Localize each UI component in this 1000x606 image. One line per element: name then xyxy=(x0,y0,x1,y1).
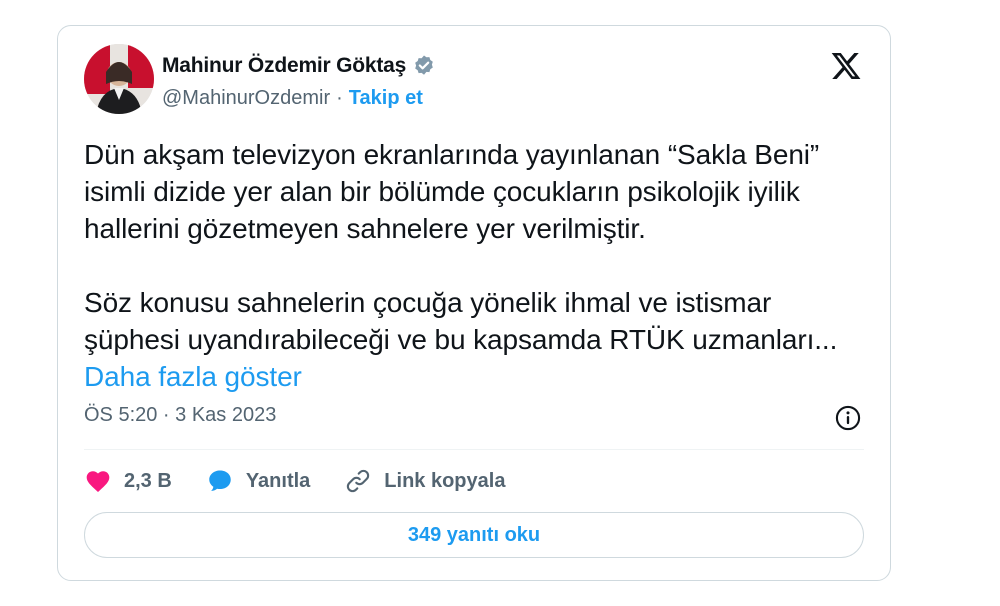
author-handle[interactable]: @MahinurOzdemir xyxy=(162,87,330,110)
reply-button[interactable]: Yanıtla xyxy=(206,467,310,495)
like-button[interactable]: 2,3 B xyxy=(84,467,172,495)
show-more-link[interactable]: Daha fazla göster xyxy=(84,361,302,392)
copy-link-label: Link kopyala xyxy=(384,469,506,492)
info-icon[interactable] xyxy=(834,404,862,432)
action-bar: 2,3 B Yanıtla Link kopyala xyxy=(84,466,539,496)
tweet-text: Dün akşam televizyon ekranlarında yayınl… xyxy=(84,136,874,395)
heart-icon xyxy=(86,471,110,492)
read-replies-button[interactable]: 349 yanıtı oku xyxy=(84,512,864,558)
tweet-timestamp[interactable]: ÖS 5:20 · 3 Kas 2023 xyxy=(84,404,276,427)
tweet-paragraph-1: Dün akşam televizyon ekranlarında yayınl… xyxy=(84,139,820,244)
author-handle-row: @MahinurOzdemir · Takip et xyxy=(162,87,423,110)
tweet-card: Mahinur Özdemir Göktaş @MahinurOzdemir ·… xyxy=(57,25,891,581)
verified-badge-icon xyxy=(415,55,433,75)
reply-label: Yanıtla xyxy=(245,469,311,492)
divider xyxy=(84,449,864,450)
tweet-paragraph-2-text: Söz konusu sahnelerin çocuğa yönelik ihm… xyxy=(84,287,838,355)
avatar[interactable] xyxy=(84,44,154,114)
tweet-paragraph-2: Söz konusu sahnelerin çocuğa yönelik ihm… xyxy=(84,284,874,395)
link-icon xyxy=(347,469,370,493)
like-count: 2,3 B xyxy=(124,469,172,492)
reply-bubble-icon xyxy=(209,470,231,491)
author-display-name[interactable]: Mahinur Özdemir Göktaş xyxy=(162,54,406,78)
copy-link-button[interactable]: Link kopyala xyxy=(344,467,505,495)
follow-link[interactable]: Takip et xyxy=(349,87,423,110)
handle-separator: · xyxy=(336,87,343,109)
author-name-row: Mahinur Özdemir Göktaş xyxy=(162,54,436,78)
x-logo-icon[interactable] xyxy=(830,50,862,82)
